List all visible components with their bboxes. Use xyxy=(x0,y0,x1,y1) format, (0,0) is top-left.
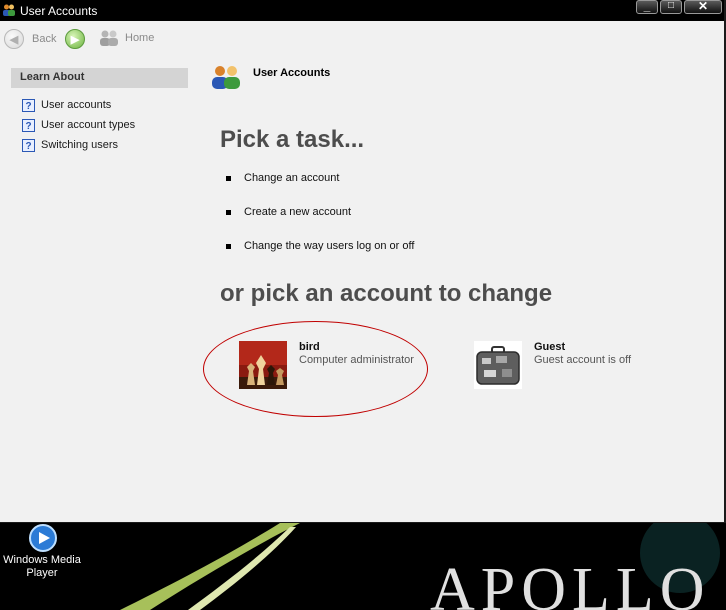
maximize-button[interactable]: □ xyxy=(660,0,682,14)
bullet-icon xyxy=(226,176,231,181)
user-accounts-large-icon xyxy=(212,66,240,89)
account-bird[interactable]: bird Computer administrator xyxy=(239,341,414,389)
account-info: bird Computer administrator xyxy=(299,341,414,389)
back-button[interactable]: ◀ Back xyxy=(4,29,56,49)
learn-about-title: Learn About xyxy=(20,71,85,83)
account-guest[interactable]: Guest Guest account is off xyxy=(474,341,631,389)
task-list: Change an account Create a new account C… xyxy=(226,172,414,274)
suitcase-avatar xyxy=(474,341,522,389)
home-button[interactable]: Home xyxy=(98,29,154,47)
learn-item-label: User accounts xyxy=(41,99,112,111)
minimize-icon: _ xyxy=(643,0,651,13)
task-change-logon[interactable]: Change the way users log on or off xyxy=(226,240,414,274)
learn-about-header: Learn About xyxy=(11,68,188,88)
chess-pieces-avatar xyxy=(239,341,287,389)
wallpaper-text: APOLLO xyxy=(430,556,711,610)
forward-button[interactable]: ▶ xyxy=(65,29,85,49)
account-type: Guest account is off xyxy=(534,354,632,366)
account-type: Computer administrator xyxy=(299,354,414,366)
account-info: Guest Guest account is off xyxy=(534,341,631,389)
task-label: Create a new account xyxy=(244,206,352,218)
desktop: Windows Media Player APOLLO xyxy=(0,523,726,610)
bullet-icon xyxy=(226,244,231,249)
learn-item-user-account-types[interactable]: ? User account types xyxy=(22,115,135,135)
user-accounts-icon xyxy=(3,4,15,16)
user-accounts-window: User Accounts _ □ ✕ ◀ Back ▶ Home Learn … xyxy=(0,0,726,523)
task-change-account[interactable]: Change an account xyxy=(226,172,414,206)
help-icon: ? xyxy=(22,98,35,112)
pick-task-heading: Pick a task... xyxy=(220,126,365,153)
task-label: Change the way users log on or off xyxy=(244,240,415,252)
toolbar: ◀ Back ▶ Home xyxy=(0,21,724,57)
learn-item-user-accounts[interactable]: ? User accounts xyxy=(22,95,135,115)
desktop-icon-label: Windows Media Player xyxy=(3,554,81,579)
window-title: User Accounts xyxy=(20,4,98,18)
learn-item-label: Switching users xyxy=(41,139,119,151)
help-icon: ? xyxy=(22,138,35,152)
home-users-icon xyxy=(100,30,118,46)
help-icon: ? xyxy=(22,118,35,132)
minimize-button[interactable]: _ xyxy=(636,0,658,14)
close-icon: ✕ xyxy=(697,0,709,13)
forward-arrow-icon: ▶ xyxy=(65,29,85,49)
title-bar[interactable]: User Accounts _ □ ✕ xyxy=(0,0,724,21)
back-label: Back xyxy=(32,33,57,45)
section-title: User Accounts xyxy=(253,67,331,79)
close-button[interactable]: ✕ xyxy=(684,0,722,14)
task-create-account[interactable]: Create a new account xyxy=(226,206,414,240)
account-name: bird xyxy=(299,341,320,353)
window-controls: _ □ ✕ xyxy=(636,0,722,16)
learn-about-list: ? User accounts ? User account types ? S… xyxy=(22,95,135,155)
account-name: Guest xyxy=(534,341,566,353)
back-arrow-icon: ◀ xyxy=(4,29,24,49)
pick-account-heading: or pick an account to change xyxy=(220,280,553,307)
learn-item-switching-users[interactable]: ? Switching users xyxy=(22,135,135,155)
bullet-icon xyxy=(226,210,231,215)
task-label: Change an account xyxy=(244,172,340,184)
windows-media-player-icon[interactable] xyxy=(27,523,59,553)
learn-item-label: User account types xyxy=(41,119,136,131)
home-label: Home xyxy=(125,32,155,44)
maximize-icon: □ xyxy=(667,0,675,11)
